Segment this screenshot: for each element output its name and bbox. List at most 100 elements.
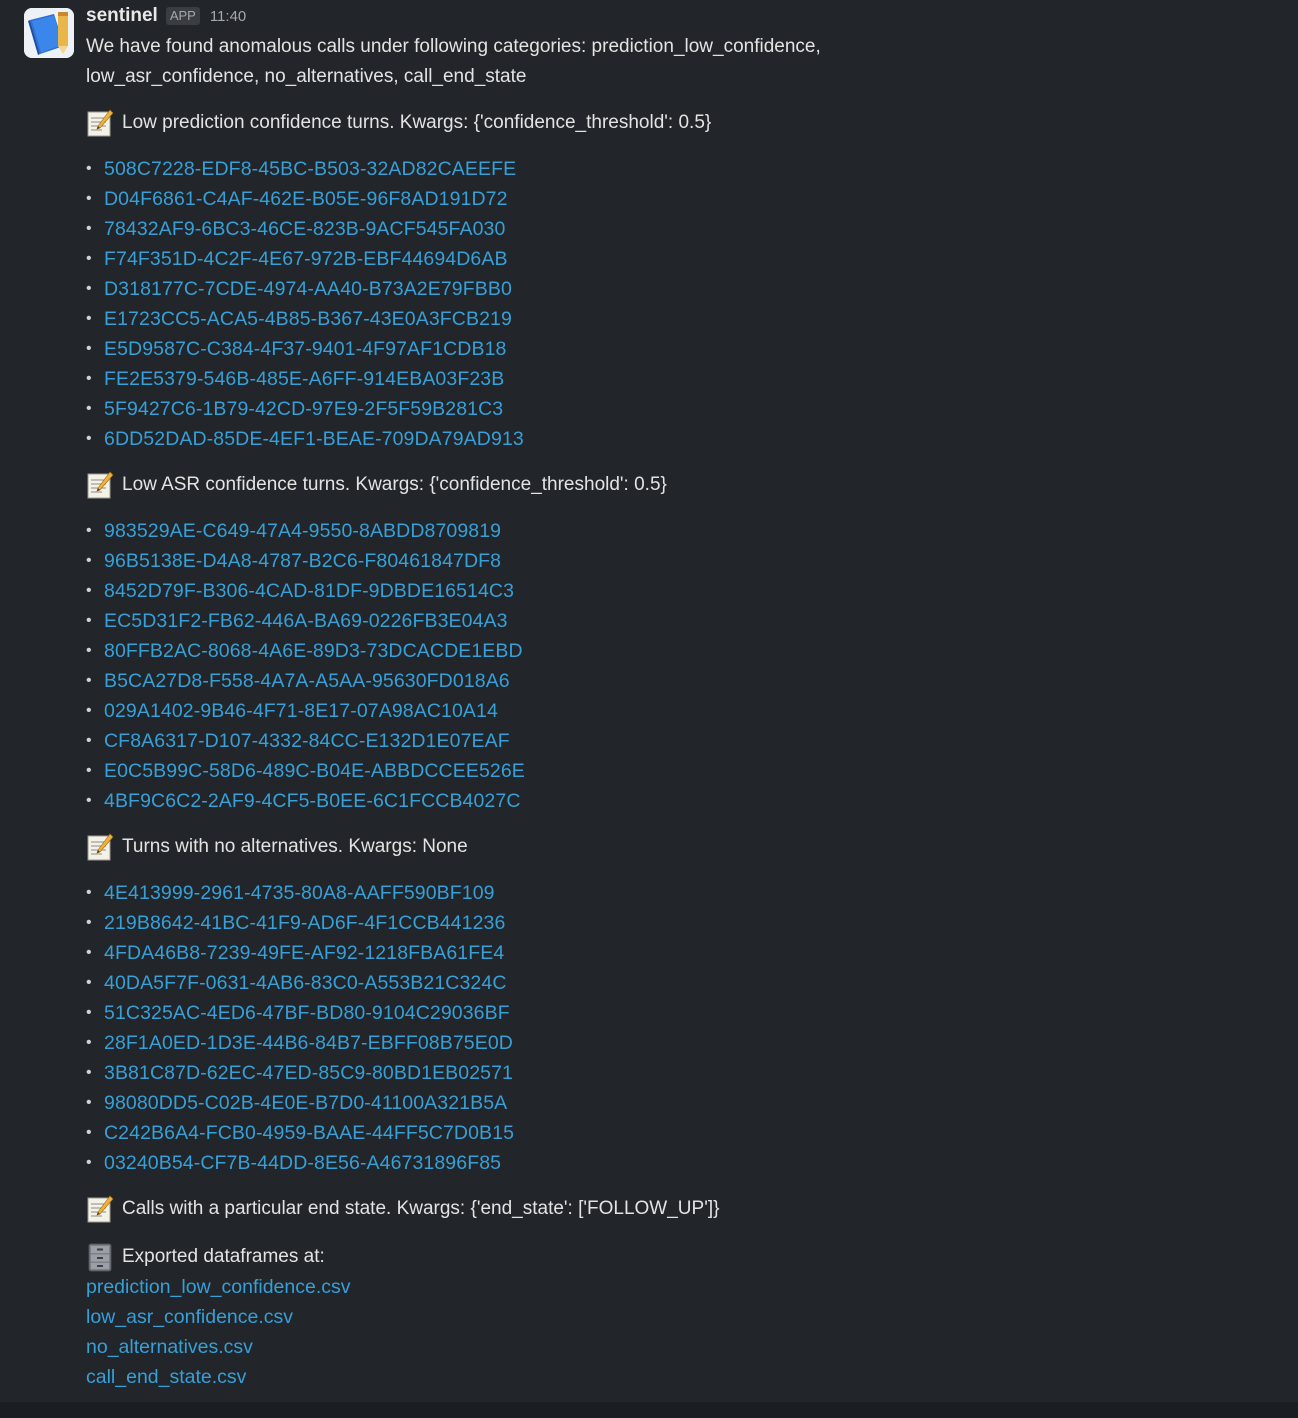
bullet: • (86, 732, 92, 749)
call-id-link[interactable]: D318177C-7CDE-4974-AA40-B73A2E79FBB0 (104, 274, 512, 304)
call-id-item: • E5D9587C-C384-4F37-9401-4F97AF1CDB18 (86, 334, 1266, 364)
bullet: • (86, 672, 92, 689)
export-title-text: Exported dataframes at: (122, 1246, 325, 1267)
bullet: • (86, 612, 92, 629)
export-file-link[interactable]: low_asr_confidence.csv (86, 1302, 1266, 1332)
call-id-link[interactable]: 6DD52DAD-85DE-4EF1-BEAE-709DA79AD913 (104, 424, 524, 454)
call-id-item: • 219B8642-41BC-41F9-AD6F-4F1CCB441236 (86, 908, 1266, 938)
section-title-text: Turns with no alternatives. Kwargs: None (122, 836, 468, 857)
bullet: • (86, 190, 92, 207)
call-id-item: • 78432AF9-6BC3-46CE-823B-9ACF545FA030 (86, 214, 1266, 244)
bottom-bar (0, 1402, 1298, 1418)
call-id-link[interactable]: 4BF9C6C2-2AF9-4CF5-B0EE-6C1FCCB4027C (104, 786, 521, 816)
call-id-link[interactable]: 28F1A0ED-1D3E-44B6-84B7-EBFF08B75E0D (104, 1028, 513, 1058)
bullet: • (86, 642, 92, 659)
export-file-link[interactable]: call_end_state.csv (86, 1362, 1266, 1392)
call-id-link[interactable]: 5F9427C6-1B79-42CD-97E9-2F5F59B281C3 (104, 394, 503, 424)
anomaly-section: Turns with no alternatives. Kwargs: None… (86, 832, 1266, 1178)
bullet: • (86, 430, 92, 447)
call-id-item: • CF8A6317-D107-4332-84CC-E132D1E07EAF (86, 726, 1266, 756)
bullet: • (86, 220, 92, 237)
bullet: • (86, 1124, 92, 1141)
call-id-item: • 983529AE-C649-47A4-9550-8ABDD8709819 (86, 516, 1266, 546)
memo-icon (87, 109, 114, 137)
memo-icon (87, 471, 114, 499)
bullet: • (86, 370, 92, 387)
bullet: • (86, 400, 92, 417)
app-badge: APP (165, 7, 200, 25)
call-id-link[interactable]: E1723CC5-ACA5-4B85-B367-43E0A3FCB219 (104, 304, 512, 334)
call-id-item: • E0C5B99C-58D6-489C-B04E-ABBDCCEE526E (86, 756, 1266, 786)
call-id-link[interactable]: 4E413999-2961-4735-80A8-AAFF590BF109 (104, 878, 495, 908)
bullet: • (86, 944, 92, 961)
bullet: • (86, 582, 92, 599)
call-id-item: • 6DD52DAD-85DE-4EF1-BEAE-709DA79AD913 (86, 424, 1266, 454)
call-id-link[interactable]: 40DA5F7F-0631-4AB6-83C0-A553B21C324C (104, 968, 507, 998)
bullet: • (86, 310, 92, 327)
call-id-link[interactable]: C242B6A4-FCB0-4959-BAAE-44FF5C7D0B15 (104, 1118, 514, 1148)
bullet: • (86, 792, 92, 809)
memo-icon (87, 833, 114, 861)
message-timestamp[interactable]: 11:40 (210, 8, 246, 25)
sections-container: Low prediction confidence turns. Kwargs:… (86, 108, 1266, 1224)
call-id-item: • F74F351D-4C2F-4E67-972B-EBF44694D6AB (86, 244, 1266, 274)
call-id-item: • D318177C-7CDE-4974-AA40-B73A2E79FBB0 (86, 274, 1266, 304)
call-id-link[interactable]: 3B81C87D-62EC-47ED-85C9-80BD1EB02571 (104, 1058, 513, 1088)
call-id-item: • E1723CC5-ACA5-4B85-B367-43E0A3FCB219 (86, 304, 1266, 334)
call-id-link[interactable]: FE2E5379-546B-485E-A6FF-914EBA03F23B (104, 364, 504, 394)
call-id-item: • B5CA27D8-F558-4A7A-A5AA-95630FD018A6 (86, 666, 1266, 696)
call-id-link[interactable]: CF8A6317-D107-4332-84CC-E132D1E07EAF (104, 726, 510, 756)
call-id-link[interactable]: 51C325AC-4ED6-47BF-BD80-9104C29036BF (104, 998, 510, 1028)
call-id-link[interactable]: F74F351D-4C2F-4E67-972B-EBF44694D6AB (104, 244, 508, 274)
call-id-link[interactable]: 03240B54-CF7B-44DD-8E56-A46731896F85 (104, 1148, 501, 1178)
anomaly-section: Calls with a particular end state. Kwarg… (86, 1194, 1266, 1224)
call-id-list: • 508C7228-EDF8-45BC-B503-32AD82CAEEFE • D0… (86, 154, 1266, 454)
call-id-link[interactable]: 983529AE-C649-47A4-9550-8ABDD8709819 (104, 516, 501, 546)
call-id-link[interactable]: 508C7228-EDF8-45BC-B503-32AD82CAEEFE (104, 154, 516, 184)
bullet: • (86, 1154, 92, 1171)
bullet: • (86, 280, 92, 297)
intro-text: We have found anomalous calls under foll… (86, 36, 821, 87)
call-id-link[interactable]: E0C5B99C-58D6-489C-B04E-ABBDCCEE526E (104, 756, 525, 786)
export-file-link[interactable]: no_alternatives.csv (86, 1332, 1266, 1362)
bullet: • (86, 1004, 92, 1021)
section-title: Low ASR confidence turns. Kwargs: {'conf… (86, 470, 1266, 500)
call-id-link[interactable]: B5CA27D8-F558-4A7A-A5AA-95630FD018A6 (104, 666, 510, 696)
bullet: • (86, 1064, 92, 1081)
anomaly-section: Low prediction confidence turns. Kwargs:… (86, 108, 1266, 454)
call-id-link[interactable]: 80FFB2AC-8068-4A6E-89D3-73DCACDE1EBD (104, 636, 523, 666)
call-id-link[interactable]: D04F6861-C4AF-462E-B05E-96F8AD191D72 (104, 184, 508, 214)
call-id-item: • EC5D31F2-FB62-446A-BA69-0226FB3E04A3 (86, 606, 1266, 636)
export-title: Exported dataframes at: (86, 1242, 1266, 1272)
call-id-link[interactable]: EC5D31F2-FB62-446A-BA69-0226FB3E04A3 (104, 606, 508, 636)
file-cabinet-icon (88, 1243, 112, 1272)
call-id-link[interactable]: 78432AF9-6BC3-46CE-823B-9ACF545FA030 (104, 214, 505, 244)
call-id-item: • D04F6861-C4AF-462E-B05E-96F8AD191D72 (86, 184, 1266, 214)
call-id-link[interactable]: 4FDA46B8-7239-49FE-AF92-1218FBA61FE4 (104, 938, 504, 968)
call-id-link[interactable]: 219B8642-41BC-41F9-AD6F-4F1CCB441236 (104, 908, 505, 938)
call-id-item: • 96B5138E-D4A8-4787-B2C6-F80461847DF8 (86, 546, 1266, 576)
export-file-link[interactable]: prediction_low_confidence.csv (86, 1272, 1266, 1302)
call-id-link[interactable]: 8452D79F-B306-4CAD-81DF-9DBDE16514C3 (104, 576, 514, 606)
bullet: • (86, 1034, 92, 1051)
bullet: • (86, 914, 92, 931)
bullet: • (86, 702, 92, 719)
app-avatar[interactable] (24, 8, 74, 58)
call-id-link[interactable]: 029A1402-9B46-4F71-8E17-07A98AC10A14 (104, 696, 498, 726)
call-id-item: • 029A1402-9B46-4F71-8E17-07A98AC10A14 (86, 696, 1266, 726)
section-title: Turns with no alternatives. Kwargs: None (86, 832, 1266, 862)
call-id-item: • 5F9427C6-1B79-42CD-97E9-2F5F59B281C3 (86, 394, 1266, 424)
call-id-item: • 3B81C87D-62EC-47ED-85C9-80BD1EB02571 (86, 1058, 1266, 1088)
bullet: • (86, 762, 92, 779)
section-title-text: Calls with a particular end state. Kwarg… (122, 1198, 720, 1219)
bullet: • (86, 1094, 92, 1111)
call-id-link[interactable]: 98080DD5-C02B-4E0E-B7D0-41100A321B5A (104, 1088, 507, 1118)
call-id-item: • 51C325AC-4ED6-47BF-BD80-9104C29036BF (86, 998, 1266, 1028)
sender-name[interactable]: sentinel (86, 5, 158, 27)
bullet: • (86, 884, 92, 901)
call-id-link[interactable]: 96B5138E-D4A8-4787-B2C6-F80461847DF8 (104, 546, 501, 576)
call-id-link[interactable]: E5D9587C-C384-4F37-9401-4F97AF1CDB18 (104, 334, 506, 364)
message-header: sentinel APP 11:40 (86, 2, 1266, 30)
notebook-icon (24, 8, 74, 58)
call-id-item: • 40DA5F7F-0631-4AB6-83C0-A553B21C324C (86, 968, 1266, 998)
